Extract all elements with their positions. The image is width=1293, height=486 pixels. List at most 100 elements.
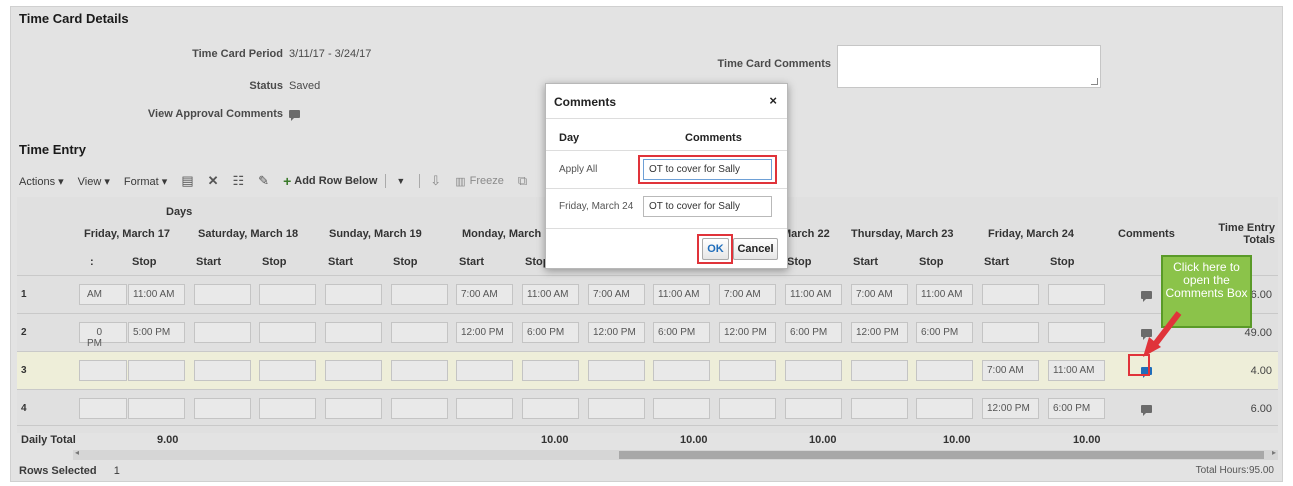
start-time-input[interactable]: 7:00 AM <box>851 284 908 305</box>
add-row-below-button[interactable]: + Add Row Below <box>283 173 377 189</box>
stop-time-input[interactable] <box>391 360 448 381</box>
start-time-input[interactable] <box>719 360 776 381</box>
stop-time-input[interactable] <box>128 398 185 419</box>
start-time-input[interactable] <box>851 360 908 381</box>
start-time-input[interactable] <box>325 398 382 419</box>
stop-time-input[interactable] <box>1048 284 1105 305</box>
approval-comments-icon[interactable] <box>289 110 300 121</box>
row-comment-icon[interactable] <box>1141 291 1152 302</box>
start-time-input[interactable] <box>194 398 251 419</box>
start-time-input[interactable] <box>79 398 127 419</box>
start-time-input[interactable] <box>456 360 513 381</box>
start-time-input[interactable] <box>456 398 513 419</box>
start-time-input[interactable]: 12:00 PM <box>982 398 1039 419</box>
start-time-input[interactable]: 0 PM <box>79 322 127 349</box>
stop-time-input[interactable] <box>916 398 973 419</box>
time-card-comments-field[interactable] <box>837 45 1101 88</box>
scroll-right-icon[interactable]: ▸ <box>1272 448 1276 457</box>
add-row-dropdown-icon[interactable]: ▼ <box>396 176 405 186</box>
stop-time-input[interactable]: 11:00 AM <box>916 284 973 305</box>
start-time-input[interactable] <box>982 284 1039 305</box>
stop-time-input[interactable] <box>522 398 579 419</box>
start-time-input[interactable]: 7:00 AM <box>588 284 645 305</box>
stop-time-input[interactable] <box>653 360 710 381</box>
stop-time-input[interactable] <box>259 360 316 381</box>
col-start-header: Start <box>196 256 222 268</box>
start-time-input[interactable] <box>719 398 776 419</box>
start-time-input[interactable]: 7:00 AM <box>456 284 513 305</box>
stop-time-input[interactable] <box>391 398 448 419</box>
stop-time-input[interactable]: 6:00 PM <box>653 322 710 343</box>
view-approval-comments-label: View Approval Comments <box>147 108 283 120</box>
stop-time-input[interactable] <box>916 360 973 381</box>
format-menu[interactable]: Format ▾ <box>124 175 167 188</box>
duplicate-icon[interactable]: ☷ <box>233 173 245 189</box>
col-start-header: Start <box>984 256 1010 268</box>
view-menu[interactable]: View ▾ <box>78 175 110 188</box>
stop-time-input[interactable] <box>259 284 316 305</box>
stop-time-input[interactable]: 6:00 PM <box>916 322 973 343</box>
stop-time-input[interactable]: 6:00 PM <box>522 322 579 343</box>
start-time-input[interactable]: 12:00 PM <box>719 322 776 343</box>
start-time-input[interactable]: 7:00 AM <box>982 360 1039 381</box>
stop-time-input[interactable] <box>391 284 448 305</box>
stop-time-input[interactable]: 6:00 PM <box>1048 398 1105 419</box>
col-stop-header: Stop <box>1050 256 1075 268</box>
stop-time-input[interactable]: 6:00 PM <box>785 322 842 343</box>
freeze-button[interactable]: ▥ Freeze <box>455 175 504 188</box>
stop-time-input[interactable] <box>259 398 316 419</box>
stop-time-input[interactable] <box>785 398 842 419</box>
stop-time-input[interactable] <box>785 360 842 381</box>
scroll-left-icon[interactable]: ◂ <box>75 448 79 457</box>
start-time-input[interactable] <box>588 360 645 381</box>
start-time-input[interactable] <box>194 360 251 381</box>
detach-icon[interactable]: ⧉ <box>518 173 527 189</box>
delete-icon[interactable]: ✕ <box>208 173 219 189</box>
stop-time-input[interactable] <box>128 360 185 381</box>
row-divider <box>17 313 1278 314</box>
start-time-input[interactable] <box>325 322 382 343</box>
stop-time-input[interactable] <box>522 360 579 381</box>
start-time-input[interactable] <box>851 398 908 419</box>
stop-time-input[interactable] <box>1048 322 1105 343</box>
start-time-input[interactable]: 12:00 PM <box>851 322 908 343</box>
col-stop-header: Stop <box>919 256 944 268</box>
export-icon[interactable]: ⇩ <box>430 173 441 189</box>
stop-time-input[interactable] <box>653 398 710 419</box>
stop-time-input[interactable]: 11:00 AM <box>522 284 579 305</box>
details-icon[interactable]: ▤ <box>181 173 193 189</box>
start-time-input[interactable] <box>325 360 382 381</box>
row-comment-icon[interactable] <box>1141 405 1152 416</box>
actions-menu[interactable]: Actions ▾ <box>19 175 64 188</box>
start-time-input[interactable]: 12:00 PM <box>588 322 645 343</box>
time-card-details-title: Time Card Details <box>19 11 129 26</box>
daily-total-value: 9.00 <box>157 434 179 446</box>
start-time-input[interactable]: 7:00 AM <box>719 284 776 305</box>
stop-time-input[interactable] <box>391 322 448 343</box>
day-comment-input[interactable]: OT to cover for Sally <box>643 196 772 217</box>
start-time-input[interactable] <box>982 322 1039 343</box>
start-time-input[interactable] <box>194 322 251 343</box>
start-time-input[interactable] <box>194 284 251 305</box>
stop-time-input[interactable]: 11:00 AM <box>653 284 710 305</box>
horizontal-scrollbar[interactable]: ◂ ▸ <box>73 448 1278 460</box>
start-time-input[interactable]: AM <box>79 284 127 305</box>
day-column-header: Day <box>559 132 580 144</box>
col-stop-header: Stop <box>393 256 418 268</box>
start-time-input[interactable] <box>588 398 645 419</box>
start-time-input[interactable]: 12:00 PM <box>456 322 513 343</box>
daily-total-value: 10.00 <box>541 434 569 446</box>
stop-time-input[interactable] <box>259 322 316 343</box>
stop-time-input[interactable]: 5:00 PM <box>128 322 185 343</box>
close-icon[interactable]: × <box>769 93 777 108</box>
stop-time-input[interactable]: 11:00 AM <box>128 284 185 305</box>
start-time-input[interactable] <box>325 284 382 305</box>
stop-time-input[interactable]: 11:00 AM <box>1048 360 1105 381</box>
cancel-button[interactable]: Cancel <box>733 238 778 260</box>
highlight-box <box>697 234 733 264</box>
start-time-input[interactable] <box>79 360 127 381</box>
stop-time-input[interactable]: 11:00 AM <box>785 284 842 305</box>
edit-icon[interactable]: ✎ <box>258 173 269 189</box>
daily-total-value: 10.00 <box>943 434 971 446</box>
scrollbar-thumb[interactable] <box>619 451 1264 459</box>
